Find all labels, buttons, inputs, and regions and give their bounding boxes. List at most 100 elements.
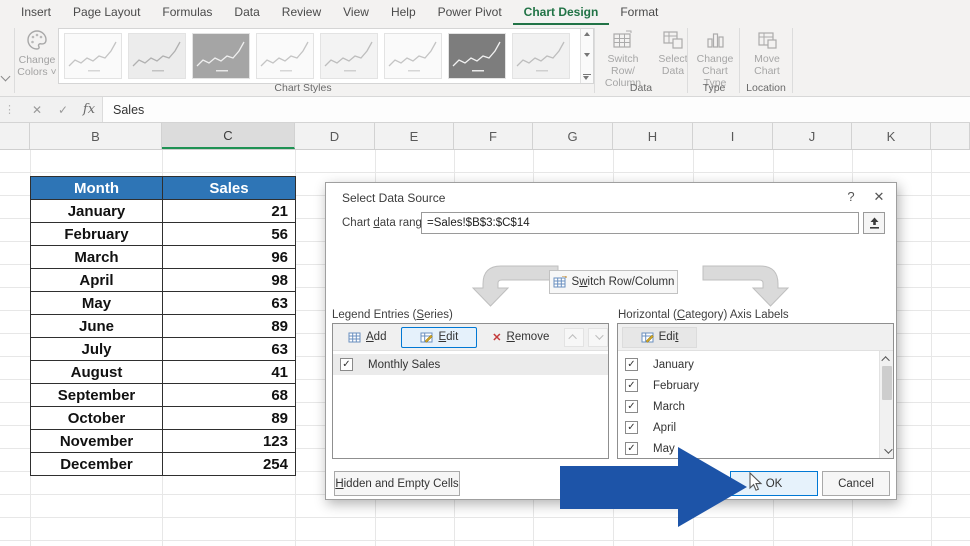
edit-series-button[interactable]: Edit: [401, 327, 477, 348]
cell-sales[interactable]: 68: [163, 384, 296, 407]
cell-sales[interactable]: 89: [163, 315, 296, 338]
cell-sales[interactable]: 98: [163, 269, 296, 292]
column-header-c[interactable]: C: [162, 123, 295, 149]
collapse-dialog-button[interactable]: [863, 212, 885, 234]
cell-month[interactable]: October: [31, 407, 163, 430]
add-series-button[interactable]: Add: [337, 327, 397, 348]
cell-month[interactable]: January: [31, 200, 163, 223]
series-checkbox[interactable]: ✓: [340, 358, 353, 371]
column-header-j[interactable]: J: [773, 123, 852, 149]
table-header-month[interactable]: Month: [31, 177, 163, 200]
chart-style-thumbnail[interactable]: [64, 33, 122, 79]
tab-help[interactable]: Help: [380, 5, 427, 25]
move-series-down-button[interactable]: [588, 328, 608, 347]
scroll-up-icon[interactable]: [880, 351, 894, 366]
axis-list-item[interactable]: ✓January: [618, 354, 893, 375]
add-table-icon: [348, 332, 361, 343]
axis-checkbox[interactable]: ✓: [625, 379, 638, 392]
axis-list-item[interactable]: ✓March: [618, 396, 893, 417]
scroll-down-icon[interactable]: [880, 443, 894, 458]
close-icon[interactable]: ✕: [869, 189, 889, 205]
tab-chart-design[interactable]: Chart Design: [513, 5, 610, 25]
column-header-partial[interactable]: [931, 123, 970, 149]
column-header-b[interactable]: B: [30, 123, 162, 149]
tab-power-pivot[interactable]: Power Pivot: [427, 5, 513, 25]
column-header-k[interactable]: K: [852, 123, 931, 149]
column-header-f[interactable]: F: [454, 123, 533, 149]
cell-sales[interactable]: 41: [163, 361, 296, 384]
axis-checkbox[interactable]: ✓: [625, 358, 638, 371]
series-list-item[interactable]: ✓ Monthly Sales: [333, 354, 608, 375]
cell-month[interactable]: March: [31, 246, 163, 269]
cell-sales[interactable]: 63: [163, 292, 296, 315]
group-divider: [739, 28, 740, 93]
switch-table-icon: [553, 276, 567, 288]
column-header-e[interactable]: E: [375, 123, 454, 149]
scrollbar-thumb[interactable]: [882, 366, 892, 400]
tab-format[interactable]: Format: [609, 5, 669, 25]
formula-cancel-icon[interactable]: ✕: [24, 103, 50, 117]
axis-scrollbar[interactable]: [879, 351, 893, 458]
cell-month[interactable]: April: [31, 269, 163, 292]
tab-insert[interactable]: Insert: [10, 5, 62, 25]
tab-page-layout[interactable]: Page Layout: [62, 5, 151, 25]
axis-list-item[interactable]: ✓February: [618, 375, 893, 396]
cell-sales[interactable]: 89: [163, 407, 296, 430]
cell-month[interactable]: September: [31, 384, 163, 407]
cell-sales[interactable]: 123: [163, 430, 296, 453]
cell-sales[interactable]: 56: [163, 223, 296, 246]
cell-month[interactable]: February: [31, 223, 163, 246]
table-header-sales[interactable]: Sales: [163, 177, 296, 200]
formula-input[interactable]: Sales: [102, 97, 970, 122]
cell-month[interactable]: August: [31, 361, 163, 384]
cell-sales[interactable]: 96: [163, 246, 296, 269]
chart-style-thumbnail[interactable]: [320, 33, 378, 79]
chevron-down-icon[interactable]: [1, 72, 11, 82]
gallery-scroll-down-icon[interactable]: [584, 53, 590, 57]
chart-data-range-input[interactable]: =Sales!$B$3:$C$14: [421, 212, 859, 234]
cell-month[interactable]: May: [31, 292, 163, 315]
column-header-d[interactable]: D: [295, 123, 375, 149]
formula-enter-icon[interactable]: ✓: [50, 103, 76, 117]
move-series-up-button[interactable]: [564, 328, 584, 347]
edit-axis-button[interactable]: Edit: [622, 327, 697, 348]
axis-list-item[interactable]: ✓April: [618, 417, 893, 438]
axis-checkbox[interactable]: ✓: [625, 400, 638, 413]
axis-checkbox[interactable]: ✓: [625, 421, 638, 434]
remove-x-icon: ✕: [492, 331, 501, 344]
remove-series-button[interactable]: ✕ Remove: [481, 327, 560, 348]
chart-style-thumbnail[interactable]: [512, 33, 570, 79]
change-colors-button[interactable]: Change Colors ˅: [16, 29, 58, 93]
column-header-g[interactable]: G: [533, 123, 613, 149]
column-header-partial[interactable]: [0, 123, 30, 149]
cell-sales[interactable]: 63: [163, 338, 296, 361]
column-header-h[interactable]: H: [613, 123, 693, 149]
chart-style-thumbnail[interactable]: [448, 33, 506, 79]
cell-sales[interactable]: 254: [163, 453, 296, 476]
cell-month[interactable]: December: [31, 453, 163, 476]
gallery-scroll-up-icon[interactable]: [584, 32, 590, 36]
axis-labels-label: Horizontal (Category) Axis Labels: [618, 309, 789, 321]
cell-month[interactable]: June: [31, 315, 163, 338]
tab-review[interactable]: Review: [271, 5, 332, 25]
cell-month[interactable]: July: [31, 338, 163, 361]
hidden-empty-cells-button[interactable]: Hidden and Empty Cells: [334, 471, 460, 496]
insert-function-icon[interactable]: fx: [76, 102, 102, 117]
gallery-more-icon[interactable]: [583, 74, 591, 81]
column-header-i[interactable]: I: [693, 123, 773, 149]
chart-style-thumbnail[interactable]: [384, 33, 442, 79]
tab-view[interactable]: View: [332, 5, 380, 25]
chevron-up-icon: [569, 334, 577, 342]
chart-style-thumbnail[interactable]: [256, 33, 314, 79]
chart-style-thumbnail[interactable]: [192, 33, 250, 79]
tab-data[interactable]: Data: [223, 5, 270, 25]
help-icon[interactable]: ?: [841, 189, 861, 204]
tab-formulas[interactable]: Formulas: [151, 5, 223, 25]
cancel-button[interactable]: Cancel: [822, 471, 890, 496]
switch-row-column-button[interactable]: Switch Row/Column: [549, 270, 678, 294]
edit-table-icon: [420, 332, 433, 343]
chart-style-thumbnail[interactable]: [128, 33, 186, 79]
cell-month[interactable]: November: [31, 430, 163, 453]
sales-table: Month Sales January21 February56 March96…: [30, 176, 296, 476]
cell-sales[interactable]: 21: [163, 200, 296, 223]
